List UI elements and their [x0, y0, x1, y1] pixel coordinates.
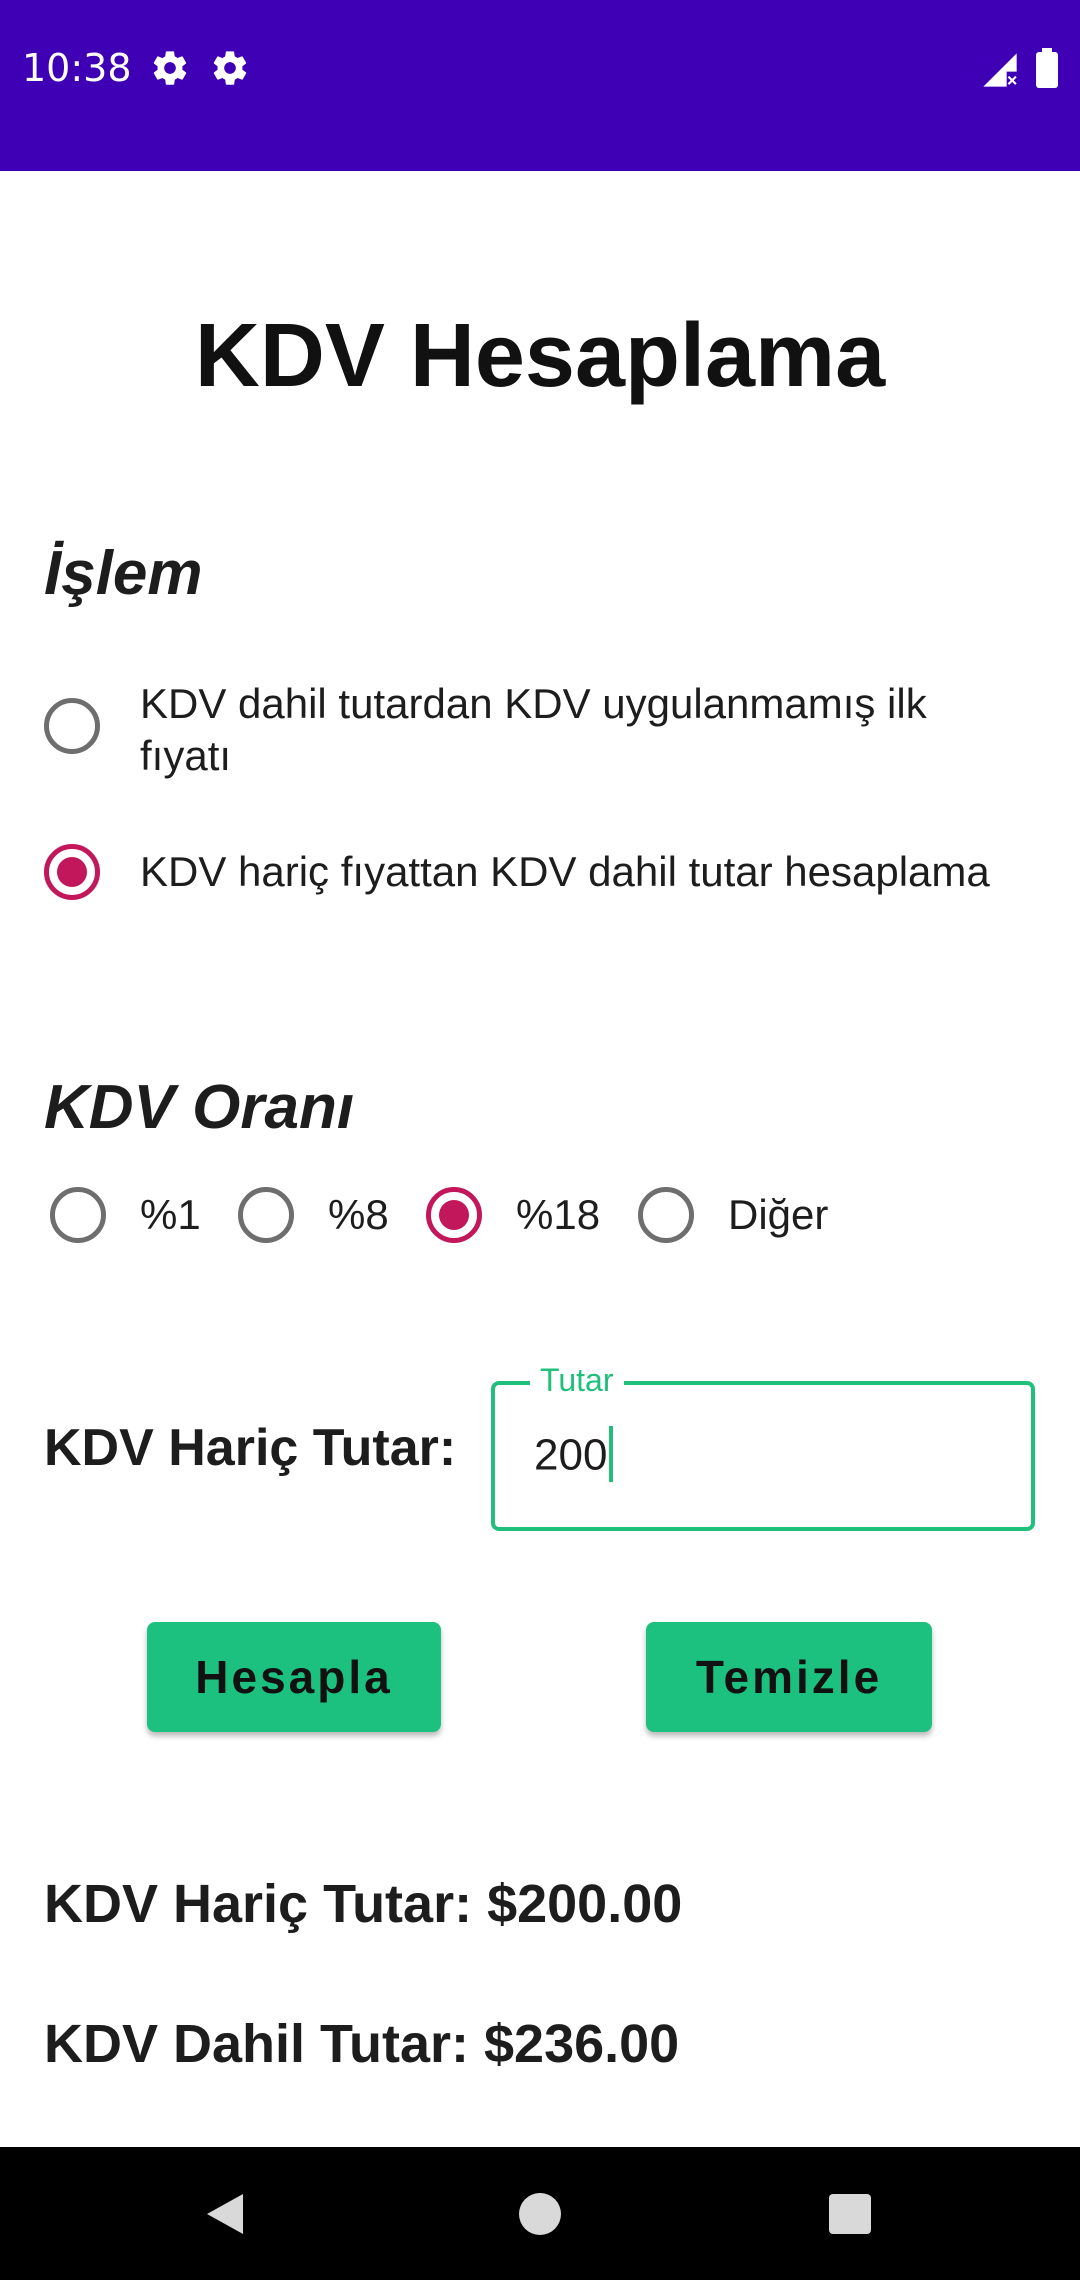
- status-bar: 10:38: [0, 0, 1080, 171]
- result-included: KDV Dahil Tutar: $236.00: [44, 2014, 680, 2074]
- rate-option-other[interactable]: Diğer: [638, 1187, 828, 1243]
- rate-option-label: %1: [140, 1191, 201, 1238]
- rate-heading: KDV Oranı: [44, 1073, 355, 1142]
- radio-button[interactable]: [50, 1187, 106, 1243]
- radio-button[interactable]: [638, 1187, 694, 1243]
- rate-option-label: Diğer: [728, 1191, 829, 1238]
- page-title: KDV Hesaplama: [194, 306, 886, 406]
- back-icon[interactable]: [205, 2192, 245, 2236]
- home-icon[interactable]: [519, 2193, 561, 2235]
- radio-button-selected[interactable]: [44, 844, 100, 900]
- rate-option-18[interactable]: %18: [426, 1187, 600, 1243]
- battery-icon: [1036, 48, 1058, 88]
- status-time: 10:38: [22, 46, 132, 90]
- rate-option-label: %18: [516, 1191, 601, 1238]
- operation-option-exclude-to-include[interactable]: KDV hariç fıyattan KDV dahil tutar hesap…: [44, 844, 1044, 900]
- rate-option-1[interactable]: %1: [50, 1187, 201, 1243]
- text-caret: [609, 1426, 614, 1482]
- gear-icon: [213, 51, 247, 85]
- gear-icon: [153, 51, 187, 85]
- rate-option-8[interactable]: %8: [238, 1187, 389, 1243]
- rate-options: %1 %8 %18 Diğer: [44, 1187, 1044, 1247]
- signal-icon: [983, 53, 1017, 87]
- amount-input-value-wrap[interactable]: 200: [534, 1426, 614, 1486]
- calculate-button[interactable]: Hesapla: [147, 1622, 441, 1732]
- amount-input-value: 200: [534, 1430, 608, 1480]
- operation-option-include-to-exclude[interactable]: KDV dahil tutardan KDV uygulanmamış ilk …: [44, 680, 1044, 782]
- rate-option-label: %8: [328, 1191, 389, 1238]
- clear-button[interactable]: Temizle: [646, 1622, 932, 1732]
- radio-button-selected[interactable]: [426, 1187, 482, 1243]
- operation-option-label: KDV hariç fıyattan KDV dahil tutar hesap…: [140, 848, 990, 895]
- operation-option-label: KDV dahil tutardan KDV uygulanmamış ilk …: [140, 680, 927, 779]
- amount-input-legend: Tutar: [530, 1362, 624, 1399]
- radio-button[interactable]: [44, 698, 100, 754]
- result-excluded: KDV Hariç Tutar: $200.00: [44, 1874, 683, 1934]
- amount-label: KDV Hariç Tutar:: [44, 1419, 457, 1477]
- recents-icon[interactable]: [829, 2194, 871, 2234]
- operation-heading: İşlem: [44, 539, 203, 608]
- radio-button[interactable]: [238, 1187, 294, 1243]
